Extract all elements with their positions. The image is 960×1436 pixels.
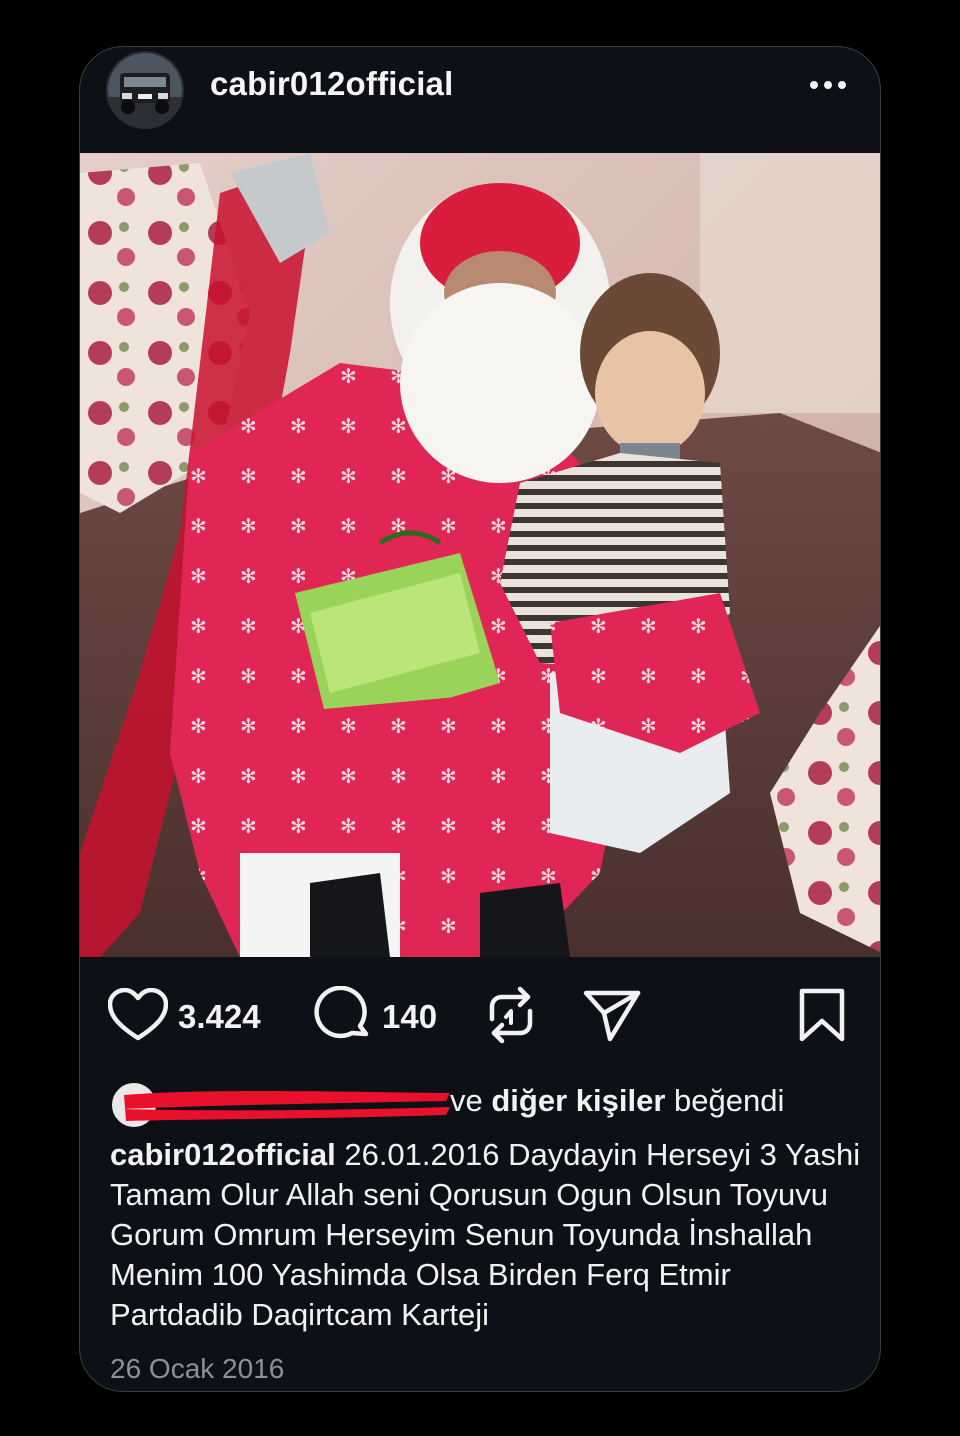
post-header: cabir012official: [80, 47, 880, 153]
repost-icon: [484, 985, 538, 1050]
comment-button[interactable]: 140: [314, 985, 437, 1049]
comments-count: 140: [382, 998, 438, 1035]
repost-button[interactable]: [484, 985, 538, 1049]
heart-icon: [107, 987, 169, 1047]
bookmark-icon: [796, 987, 848, 1048]
post-card: cabir012official 3.424 140 ve diğer kişi…: [79, 46, 881, 1392]
post-date: 26 Ocak 2016: [110, 1353, 285, 1384]
post-caption: cabir012official 26.01.2016 Daydayin Her…: [110, 1135, 862, 1335]
liked-by-others[interactable]: diğer kişiler: [491, 1083, 665, 1118]
liked-by-line[interactable]: ve diğer kişiler beğendi: [110, 1077, 870, 1129]
post-photo[interactable]: ✻: [80, 153, 880, 957]
profile-avatar[interactable]: [106, 51, 184, 129]
likes-count: 3.424: [178, 998, 261, 1035]
post-username[interactable]: cabir012official: [210, 65, 453, 103]
liked-by-suffix: beğendi: [665, 1083, 785, 1118]
send-icon: [582, 987, 642, 1048]
caption-username[interactable]: cabir012official: [110, 1137, 336, 1172]
redaction-scribble: [122, 1091, 450, 1121]
share-button[interactable]: [582, 985, 642, 1049]
more-horizontal-icon[interactable]: [806, 73, 850, 97]
like-button[interactable]: 3.424: [107, 985, 261, 1049]
save-button[interactable]: [796, 985, 848, 1049]
post-actions-bar: 3.424 140: [80, 985, 880, 1049]
liked-by-prefix: ve: [450, 1083, 492, 1118]
comment-icon: [314, 985, 372, 1049]
